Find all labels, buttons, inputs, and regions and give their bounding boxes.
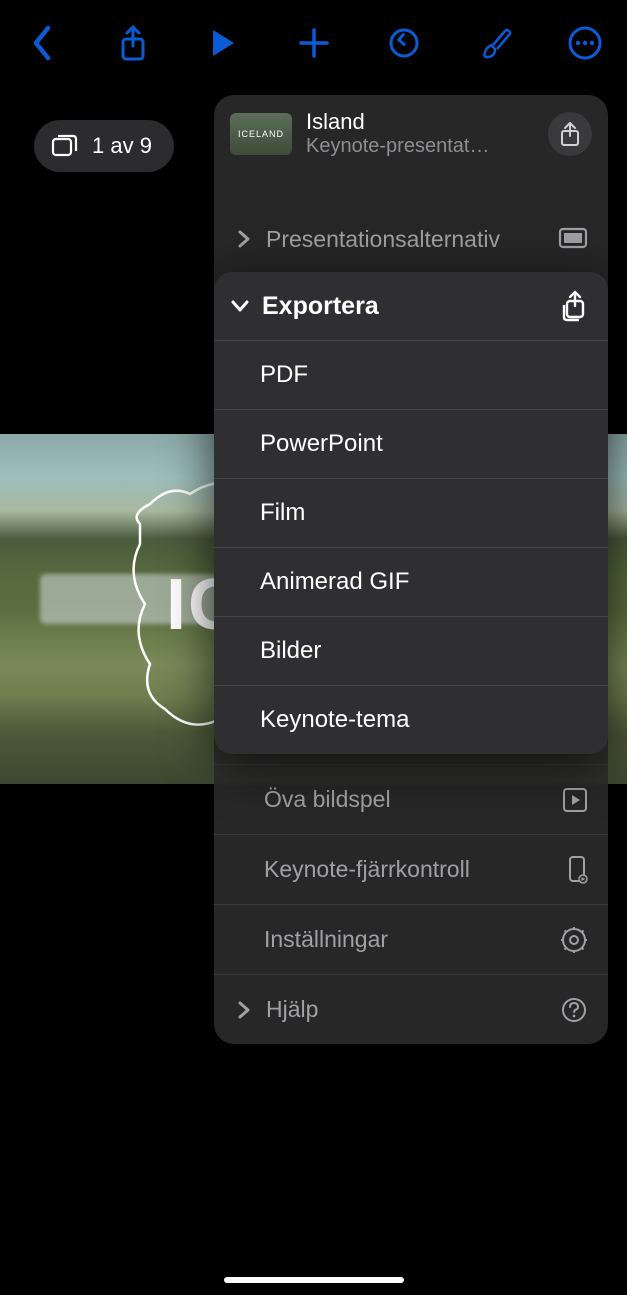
share-icon	[118, 24, 148, 62]
share-button[interactable]	[105, 15, 161, 71]
display-icon	[558, 227, 588, 251]
menu-settings[interactable]: Inställningar	[214, 904, 608, 974]
export-popover: Exportera PDF PowerPoint Film Animerad G…	[214, 272, 608, 754]
menu-label: Presentationsalternativ	[266, 226, 546, 253]
export-item-pdf[interactable]: PDF	[214, 340, 608, 409]
chevron-down-icon	[230, 296, 250, 316]
export-item-powerpoint[interactable]: PowerPoint	[214, 409, 608, 478]
export-header[interactable]: Exportera	[214, 272, 608, 340]
menu-help[interactable]: Hjälp	[214, 974, 608, 1044]
presentation-subtitle: Keynote-presentat…	[306, 135, 534, 158]
back-button[interactable]	[14, 15, 70, 71]
play-icon	[210, 28, 236, 58]
home-indicator[interactable]	[224, 1277, 404, 1283]
export-item-label: PowerPoint	[260, 430, 383, 458]
undo-button[interactable]	[376, 15, 432, 71]
panel-header: ICELAND Island Keynote-presentat…	[214, 95, 608, 178]
phone-play-icon	[568, 855, 588, 885]
toolbar	[0, 0, 627, 86]
export-item-label: Keynote-tema	[260, 706, 409, 734]
undo-icon	[387, 26, 421, 60]
menu-label: Öva bildspel	[234, 786, 550, 813]
menu-label: Inställningar	[234, 926, 548, 953]
panel-share-button[interactable]	[548, 112, 592, 156]
chevron-right-icon	[237, 1000, 251, 1020]
export-label: Exportera	[262, 292, 546, 321]
format-button[interactable]	[467, 15, 523, 71]
export-item-label: Animerad GIF	[260, 568, 409, 596]
export-item-film[interactable]: Film	[214, 478, 608, 547]
share-icon	[559, 121, 581, 147]
presentation-thumbnail: ICELAND	[230, 113, 292, 155]
export-item-keynote-theme[interactable]: Keynote-tema	[214, 685, 608, 754]
play-button[interactable]	[195, 15, 251, 71]
export-item-label: PDF	[260, 361, 308, 389]
export-icon	[558, 290, 588, 322]
menu-presentation-options[interactable]: Presentationsalternativ	[214, 204, 608, 274]
gear-icon	[560, 926, 588, 954]
menu-label: Hjälp	[266, 996, 548, 1023]
plus-icon	[297, 26, 331, 60]
export-item-animated-gif[interactable]: Animerad GIF	[214, 547, 608, 616]
menu-label: Keynote-fjärrkontroll	[234, 856, 556, 883]
slides-icon	[50, 132, 78, 160]
menu-practice[interactable]: Öva bildspel	[214, 764, 608, 834]
presentation-title: Island	[306, 109, 534, 135]
ellipsis-circle-icon	[567, 25, 603, 61]
export-item-images[interactable]: Bilder	[214, 616, 608, 685]
export-item-label: Bilder	[260, 637, 321, 665]
slide-counter[interactable]: 1 av 9	[34, 120, 174, 172]
help-icon	[560, 996, 588, 1024]
chevron-left-icon	[31, 25, 53, 61]
play-rect-icon	[562, 787, 588, 813]
brush-icon	[477, 25, 513, 61]
slide-counter-label: 1 av 9	[92, 133, 152, 159]
menu-remote[interactable]: Keynote-fjärrkontroll	[214, 834, 608, 904]
chevron-right-icon	[237, 229, 251, 249]
add-button[interactable]	[286, 15, 342, 71]
more-button[interactable]	[557, 15, 613, 71]
export-item-label: Film	[260, 499, 305, 527]
